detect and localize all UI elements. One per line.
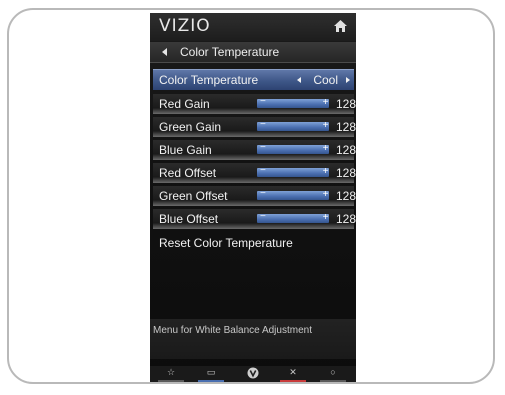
- color-temperature-value: Cool: [313, 73, 338, 87]
- slider-value: 128: [336, 120, 356, 134]
- plus-icon: +: [322, 212, 329, 223]
- plus-icon: +: [322, 166, 329, 177]
- minus-icon: −: [260, 142, 266, 153]
- star-glyph: ☆: [166, 367, 176, 377]
- description-panel: Menu for White Balance Adjustment: [150, 319, 356, 359]
- red-gain-slider[interactable]: − +: [257, 96, 329, 108]
- description-text: Menu for White Balance Adjustment: [153, 325, 312, 336]
- minus-icon: −: [260, 188, 266, 199]
- info-icon[interactable]: ○: [318, 366, 348, 382]
- minus-icon: −: [260, 96, 266, 107]
- menu-item-label: Color Temperature: [159, 73, 259, 87]
- vizio-v-circle-icon: [247, 367, 259, 379]
- button-underline: [158, 380, 184, 382]
- breadcrumb[interactable]: Color Temperature: [150, 42, 356, 63]
- slider-value: 128: [336, 143, 356, 157]
- button-underline: [320, 380, 346, 382]
- minus-icon: −: [260, 165, 266, 176]
- menu-icon[interactable]: ▭: [196, 366, 226, 382]
- menu-item-green-gain[interactable]: Green Gain − + 128: [153, 117, 356, 137]
- minus-icon: −: [260, 211, 266, 222]
- breadcrumb-label: Color Temperature: [180, 45, 280, 59]
- reset-color-temperature-button[interactable]: Reset Color Temperature: [159, 236, 293, 250]
- menu-item-label: Green Gain: [159, 120, 222, 134]
- minus-icon: −: [260, 119, 266, 130]
- blue-offset-slider[interactable]: − +: [257, 211, 329, 223]
- slider-value: 128: [336, 189, 356, 203]
- menu-item-label: Red Gain: [159, 97, 210, 111]
- plus-icon: +: [322, 97, 329, 108]
- menu-item-label: Blue Gain: [159, 143, 212, 157]
- vizio-v-icon[interactable]: [238, 366, 268, 382]
- menu-item-color-temperature[interactable]: Color Temperature Cool: [153, 69, 354, 90]
- plus-icon: +: [322, 120, 329, 131]
- slider-value: 128: [336, 166, 356, 180]
- menu-item-blue-offset[interactable]: Blue Offset − + 128: [153, 209, 356, 229]
- menu-item-red-offset[interactable]: Red Offset − + 128: [153, 163, 356, 183]
- value-right-arrow-icon[interactable]: [346, 77, 350, 83]
- slider-value: 128: [336, 97, 356, 111]
- button-underline: [280, 380, 306, 382]
- menu-item-blue-gain[interactable]: Blue Gain − + 128: [153, 140, 356, 160]
- menu-item-red-gain[interactable]: Red Gain − + 128: [153, 94, 356, 114]
- menu-item-label: Green Offset: [159, 189, 228, 203]
- menu-glyph: ▭: [206, 367, 216, 377]
- vizio-logo: VIZIO: [159, 16, 211, 36]
- button-underline: [198, 380, 224, 382]
- exit-glyph: ✕: [289, 367, 297, 377]
- slider-value: 128: [336, 212, 356, 226]
- value-left-arrow-icon[interactable]: [297, 77, 301, 83]
- menu-item-label: Blue Offset: [159, 212, 219, 226]
- info-glyph: ○: [330, 367, 336, 377]
- plus-icon: +: [322, 143, 329, 154]
- menu-item-green-offset[interactable]: Green Offset − + 128: [153, 186, 356, 206]
- tv-screen: VIZIO Color Temperature Color Temperatur…: [150, 13, 356, 382]
- plus-icon: +: [322, 189, 329, 200]
- green-offset-slider[interactable]: − +: [257, 188, 329, 200]
- star-icon[interactable]: ☆: [156, 366, 186, 382]
- menu-item-label: Red Offset: [159, 166, 217, 180]
- exit-icon[interactable]: ✕: [278, 366, 308, 382]
- blue-gain-slider[interactable]: − +: [257, 142, 329, 154]
- green-gain-slider[interactable]: − +: [257, 119, 329, 131]
- top-bar: VIZIO: [150, 13, 356, 41]
- bottom-button-bar: ☆ ▭ ✕ ○: [150, 366, 356, 382]
- back-arrow-icon[interactable]: [162, 48, 167, 56]
- home-icon[interactable]: [334, 20, 347, 32]
- red-offset-slider[interactable]: − +: [257, 165, 329, 177]
